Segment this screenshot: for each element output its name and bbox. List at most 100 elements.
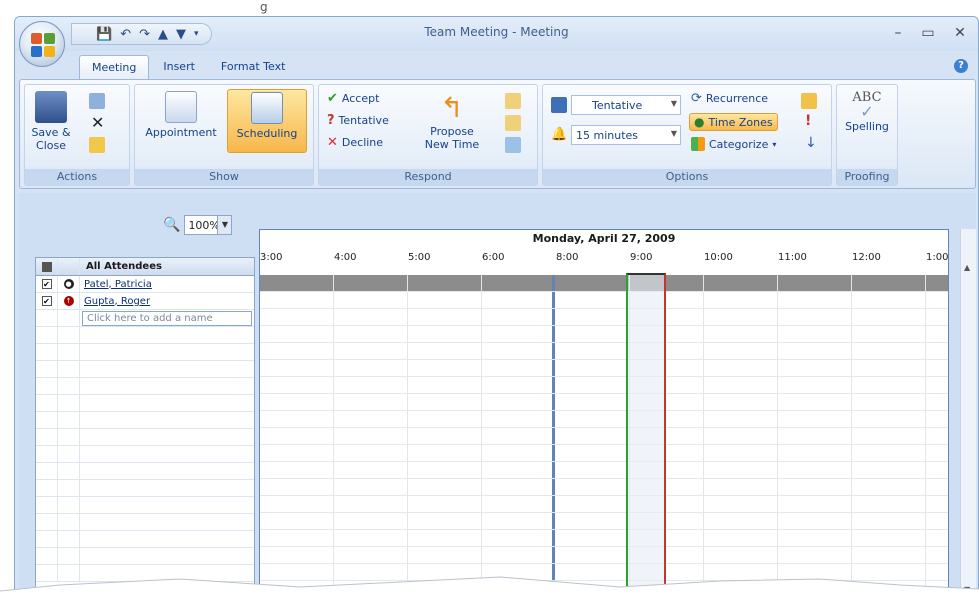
accept-label: Accept [341, 92, 380, 105]
tentative-label: Tentative [338, 114, 389, 127]
zoom-value: 100% [188, 218, 220, 232]
empty-attendee-rows [36, 327, 254, 582]
vertical-scrollbar[interactable]: ▲ ▼ [960, 229, 976, 596]
hour-label: 9:00 [630, 252, 653, 263]
high-importance-icon[interactable]: ! [805, 113, 811, 129]
scheduling-label: Scheduling [236, 127, 298, 140]
accept-button[interactable]: ✔ Accept [327, 91, 379, 106]
attendee-checkbox[interactable]: ✔ [41, 279, 52, 289]
save-icon[interactable]: 💾 [96, 27, 112, 42]
up-arrow-icon[interactable]: ▲ [158, 27, 168, 42]
attendee-header: All Attendees [36, 258, 254, 276]
close-button[interactable]: ✕ [946, 23, 974, 43]
recurrence-button[interactable]: ⟳ Recurrence [691, 91, 768, 106]
help-icon[interactable]: ? [954, 59, 968, 73]
hour-gridline [777, 275, 778, 596]
hour-gridline [333, 275, 334, 596]
add-name-input[interactable]: Click here to add a name [82, 310, 252, 326]
down-arrow-icon[interactable]: ▼ [176, 27, 186, 42]
meeting-time-block[interactable] [626, 273, 666, 596]
categorize-button[interactable]: Categorize ▾ [691, 137, 776, 151]
attendee-options-icon[interactable] [36, 258, 58, 275]
redo-icon[interactable]: ↷ [139, 27, 150, 42]
reminder-dropdown[interactable]: 15 minutes ▼ [571, 125, 681, 145]
appointment-button[interactable]: Appointment [139, 91, 223, 139]
propose-new-time-button[interactable]: ↰ Propose New Time [417, 91, 487, 151]
hour-gridline [851, 275, 852, 596]
recurrence-icon: ⟳ [691, 91, 702, 106]
day-separator [552, 275, 555, 596]
show-as-dropdown[interactable]: Tentative ▼ [571, 95, 681, 115]
hour-gridline [481, 275, 482, 596]
scroll-up-icon[interactable]: ▲ [964, 263, 970, 272]
chevron-down-icon: ▼ [217, 216, 232, 234]
globe-icon: ● [694, 115, 705, 129]
row-gridline [260, 325, 948, 326]
all-attendees-label: All Attendees [86, 261, 162, 272]
schedule-date: Monday, April 27, 2009 [532, 232, 676, 245]
tentative-button[interactable]: ? Tentative [327, 113, 389, 128]
propose-arrow-icon: ↰ [440, 91, 464, 124]
scheduling-button[interactable]: Scheduling [227, 89, 307, 153]
schedule-grid[interactable]: Monday, April 27, 2009 3:00 4:00 5:00 6:00 8… [259, 229, 949, 596]
hour-label: 8:00 [556, 252, 579, 263]
quick-access-toolbar: 💾 ↶ ↷ ▲ ▼ ▾ [71, 23, 212, 45]
cropped-text-fragment: g [260, 0, 268, 14]
maximize-button[interactable]: ▭ [914, 23, 942, 43]
row-gridline [260, 546, 948, 547]
customize-qat-icon[interactable]: ▾ [194, 29, 199, 39]
attendee-name[interactable]: Gupta, Roger [80, 296, 150, 307]
chevron-down-icon: ▼ [670, 99, 677, 108]
meeting-window: Team Meeting - Meeting – ▭ ✕ 💾 ↶ ↷ ▲ ▼ ▾… [14, 16, 979, 597]
hour-label: 3:00 [260, 252, 283, 263]
group-show: Appointment Scheduling Show [134, 84, 314, 186]
empty-attendee-row [36, 497, 254, 514]
tab-format-text[interactable]: Format Text [209, 55, 298, 79]
save-close-label: Save & Close [31, 126, 71, 152]
row-gridline [260, 291, 948, 292]
hour-label: 6:00 [482, 252, 505, 263]
attendee-row[interactable]: ✔ ↑ Gupta, Roger [36, 293, 254, 310]
attendee-name[interactable]: Patel, Patricia [80, 279, 152, 290]
tab-insert[interactable]: Insert [151, 55, 207, 79]
tab-meeting[interactable]: Meeting [79, 55, 150, 79]
forward-meeting-icon[interactable] [505, 137, 521, 153]
reminder-bell-icon: 🔔 [551, 127, 568, 142]
delete-icon[interactable]: ✕ [91, 113, 104, 132]
minimize-button[interactable]: – [884, 23, 912, 43]
row-gridline [260, 376, 948, 377]
reply-all-icon[interactable] [505, 115, 521, 131]
question-icon: ? [327, 113, 335, 128]
low-importance-icon[interactable]: ↓ [805, 135, 817, 151]
private-lock-icon[interactable] [801, 93, 817, 109]
chevron-down-icon: ▼ [670, 129, 677, 138]
office-button[interactable] [19, 21, 65, 67]
spelling-label: Spelling [845, 120, 889, 133]
decline-label: Decline [341, 136, 384, 149]
empty-attendee-row [36, 446, 254, 463]
save-close-button[interactable]: Save & Close [29, 91, 73, 152]
ribbon-tabs: Meeting Insert Format Text [79, 55, 297, 79]
zoom-dropdown[interactable]: 100% ▼ [184, 215, 233, 235]
reply-icon[interactable] [505, 93, 521, 109]
empty-attendee-row [36, 412, 254, 429]
attendee-checkbox[interactable]: ✔ [41, 296, 52, 306]
empty-attendee-row [36, 361, 254, 378]
reminder-value: 15 minutes [576, 128, 639, 142]
row-gridline [260, 308, 948, 309]
categorize-icon [691, 137, 705, 151]
time-zones-button[interactable]: ● Time Zones [689, 113, 778, 131]
row-gridline [260, 529, 948, 530]
calendar-small-icon[interactable] [89, 93, 105, 109]
decline-button[interactable]: ✕ Decline [327, 135, 383, 150]
respond-group-label: Respond [319, 169, 537, 185]
forward-icon[interactable] [89, 137, 105, 153]
empty-attendee-row [36, 344, 254, 361]
propose-label: Propose New Time [424, 125, 480, 151]
spelling-button[interactable]: ABC ✓ Spelling [839, 91, 895, 133]
empty-attendee-row [36, 548, 254, 565]
empty-attendee-row [36, 531, 254, 548]
undo-icon[interactable]: ↶ [120, 27, 131, 42]
categorize-label: Categorize [709, 137, 769, 151]
attendee-row[interactable]: ✔ ● Patel, Patricia [36, 276, 254, 293]
